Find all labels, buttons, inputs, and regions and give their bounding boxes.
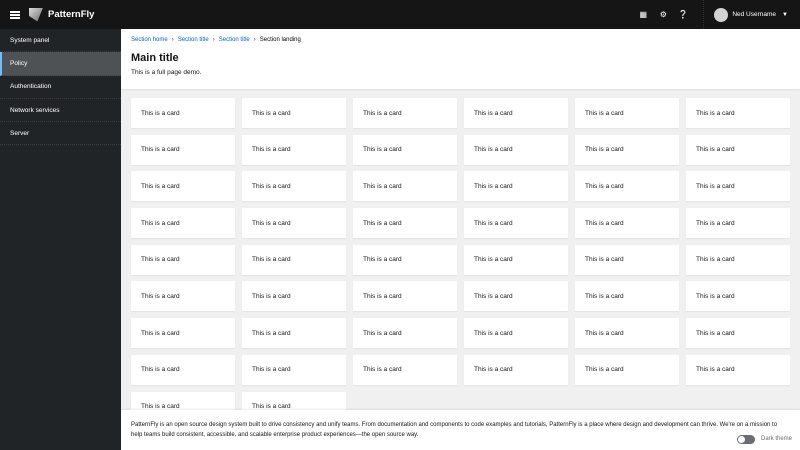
card[interactable]: This is a card: [242, 208, 346, 239]
sidebar-item-server[interactable]: Server: [0, 122, 121, 146]
card[interactable]: This is a card: [353, 281, 457, 312]
card[interactable]: This is a card: [353, 171, 457, 202]
avatar[interactable]: [714, 7, 729, 22]
card[interactable]: This is a card: [686, 318, 790, 349]
card[interactable]: This is a card: [464, 281, 568, 312]
sidebar-item-system-panel[interactable]: System panel: [0, 29, 121, 53]
chevron-right-icon: ›: [253, 37, 256, 43]
card[interactable]: This is a card: [131, 354, 235, 385]
card[interactable]: This is a card: [242, 281, 346, 312]
card[interactable]: This is a card: [131, 98, 235, 128]
footer: PatternFly is an open source design syst…: [121, 410, 800, 450]
card[interactable]: This is a card: [464, 208, 568, 239]
card[interactable]: This is a card: [575, 354, 679, 385]
card[interactable]: This is a card: [464, 171, 568, 202]
card[interactable]: This is a card: [242, 244, 346, 275]
card[interactable]: This is a card: [686, 171, 790, 202]
card[interactable]: This is a card: [686, 281, 790, 312]
chevron-right-icon: ›: [212, 37, 215, 43]
patternfly-logo-icon[interactable]: [29, 7, 43, 22]
card[interactable]: This is a card: [353, 354, 457, 385]
card[interactable]: This is a card: [353, 244, 457, 275]
card[interactable]: This is a card: [242, 98, 346, 128]
card[interactable]: This is a card: [131, 244, 235, 275]
breadcrumb-current: Section landing: [259, 37, 301, 43]
card[interactable]: This is a card: [353, 134, 457, 165]
card-gallery: This is a card This is a card This is a ca…: [131, 98, 790, 422]
card[interactable]: This is a card: [353, 208, 457, 239]
card[interactable]: This is a card: [353, 98, 457, 128]
help-icon[interactable]: ❔: [673, 10, 693, 19]
card[interactable]: This is a card: [464, 134, 568, 165]
card[interactable]: This is a card: [575, 134, 679, 165]
sidebar: System panel Policy Authentication Netwo…: [0, 29, 121, 450]
card[interactable]: This is a card: [242, 134, 346, 165]
card[interactable]: This is a card: [686, 354, 790, 385]
sidebar-item-policy[interactable]: Policy: [0, 52, 121, 76]
breadcrumb: Section home › Section title › Section t…: [131, 37, 790, 43]
page-title: Main title: [131, 52, 179, 64]
toggle-switch[interactable]: [736, 434, 755, 444]
dark-theme-label: Dark theme: [760, 436, 792, 442]
page-header: Section home › Section title › Section t…: [121, 29, 800, 89]
card[interactable]: This is a card: [242, 318, 346, 349]
card[interactable]: This is a card: [131, 208, 235, 239]
breadcrumb-link[interactable]: Section title: [219, 37, 250, 43]
chevron-right-icon: ›: [171, 37, 174, 43]
card[interactable]: This is a card: [464, 244, 568, 275]
user-menu-label[interactable]: Ned Username: [732, 11, 776, 18]
dark-theme-switch[interactable]: Dark theme: [736, 434, 792, 444]
card[interactable]: This is a card: [575, 318, 679, 349]
gear-icon[interactable]: ⚙: [653, 10, 673, 19]
card[interactable]: This is a card: [353, 318, 457, 349]
card[interactable]: This is a card: [464, 98, 568, 128]
card[interactable]: This is a card: [686, 134, 790, 165]
card[interactable]: This is a card: [686, 208, 790, 239]
card[interactable]: This is a card: [575, 244, 679, 275]
card[interactable]: This is a card: [131, 171, 235, 202]
divider: [703, 0, 705, 29]
card[interactable]: This is a card: [131, 318, 235, 349]
card[interactable]: This is a card: [242, 354, 346, 385]
card[interactable]: This is a card: [686, 98, 790, 128]
card[interactable]: This is a card: [575, 171, 679, 202]
card[interactable]: This is a card: [131, 281, 235, 312]
footer-text: PatternFly is an open source design syst…: [131, 422, 778, 438]
card[interactable]: This is a card: [575, 98, 679, 128]
card[interactable]: This is a card: [575, 281, 679, 312]
breadcrumb-link[interactable]: Section title: [178, 37, 209, 43]
masthead: PatternFly ▦ ⚙ ❔ Ned Username ▼: [0, 0, 800, 29]
brand-name[interactable]: PatternFly: [48, 9, 94, 20]
sidebar-item-network-services[interactable]: Network services: [0, 99, 121, 123]
page-description: This is a full page demo.: [131, 69, 202, 76]
card[interactable]: This is a card: [464, 318, 568, 349]
apps-grid-icon[interactable]: ▦: [633, 10, 653, 19]
caret-down-icon[interactable]: ▼: [782, 12, 788, 18]
sidebar-item-authentication[interactable]: Authentication: [0, 76, 121, 99]
card[interactable]: This is a card: [464, 354, 568, 385]
card[interactable]: This is a card: [686, 244, 790, 275]
hamburger-menu-icon[interactable]: [10, 10, 20, 19]
card[interactable]: This is a card: [575, 208, 679, 239]
breadcrumb-link[interactable]: Section home: [131, 37, 168, 43]
card[interactable]: This is a card: [131, 134, 235, 165]
card[interactable]: This is a card: [242, 171, 346, 202]
